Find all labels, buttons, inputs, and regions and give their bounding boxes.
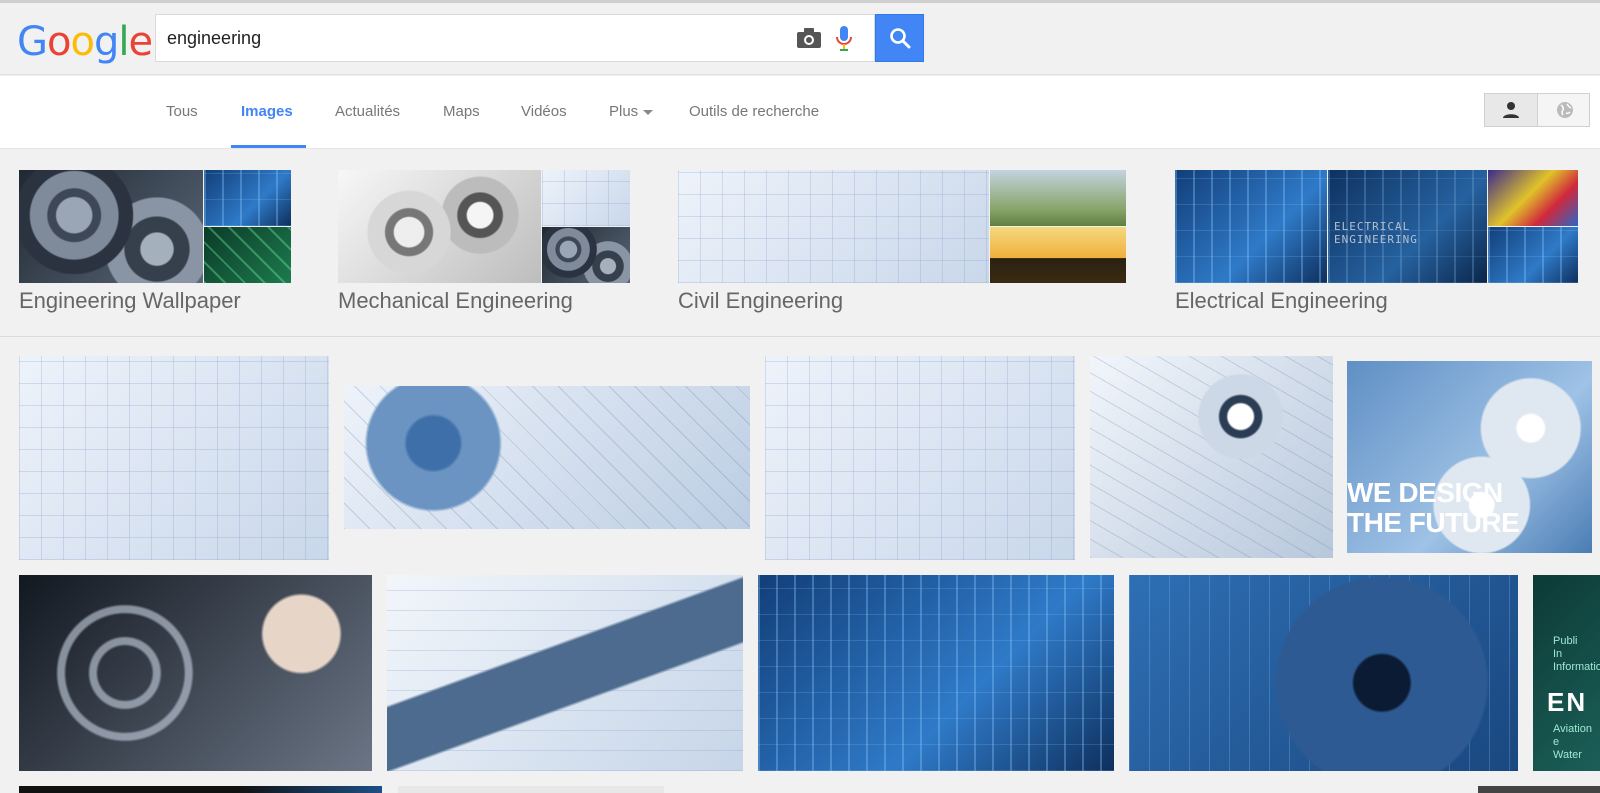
related-thumb	[990, 170, 1126, 226]
logo-letter: o	[47, 19, 72, 65]
related-thumb	[338, 170, 541, 283]
globe-icon[interactable]	[1556, 101, 1574, 119]
logo-letter: G	[17, 19, 48, 65]
related-search-electrical-engineering[interactable]: ELECTRICAL ENGINEERING Electrical Engine…	[1175, 170, 1578, 313]
camera-icon[interactable]	[796, 27, 822, 54]
toggle-personal[interactable]	[1485, 94, 1538, 126]
image-result[interactable]: Publi In Informatio EN Aviation e Water	[1533, 575, 1600, 771]
image-overlay-text: EN	[1547, 687, 1588, 717]
thumb-caption: ELECTRICAL ENGINEERING	[1334, 220, 1418, 246]
partial-text: Water	[1553, 749, 1582, 761]
image-result[interactable]	[1129, 575, 1518, 771]
section-divider	[0, 336, 1600, 337]
related-thumb	[204, 170, 291, 226]
partial-text: Aviation e	[1553, 723, 1592, 748]
related-thumb	[1488, 227, 1578, 283]
search-tools-button[interactable]: Outils de recherche	[689, 103, 819, 120]
image-result[interactable]	[19, 575, 372, 771]
related-thumb	[678, 170, 989, 283]
tab-news[interactable]: Actualités	[335, 103, 400, 120]
google-logo[interactable]: Google	[17, 19, 153, 65]
search-input[interactable]: engineering	[155, 14, 875, 62]
related-thumb: ELECTRICAL ENGINEERING	[1328, 170, 1487, 283]
related-search-mechanical-engineering[interactable]: Mechanical Engineering	[338, 170, 630, 313]
related-thumb	[542, 227, 630, 283]
overlay-line-1: WE DESIGN	[1347, 477, 1503, 508]
logo-letter: l	[118, 19, 129, 65]
related-label: Electrical Engineering	[1175, 288, 1388, 313]
tab-all[interactable]: Tous	[166, 103, 198, 120]
search-button[interactable]	[875, 14, 924, 62]
tab-images[interactable]: Images	[241, 103, 293, 120]
image-result[interactable]	[19, 356, 329, 560]
image-result[interactable]: WE DESIGN THE FUTURE	[1347, 361, 1592, 553]
tab-videos[interactable]: Vidéos	[521, 103, 567, 120]
search-query[interactable]: engineering	[167, 28, 261, 49]
image-result[interactable]	[1478, 786, 1600, 793]
image-overlay-text: Publi In Informatio	[1553, 635, 1600, 674]
header: Google engineering	[0, 3, 1600, 75]
related-thumb	[1488, 170, 1578, 226]
chevron-down-icon	[643, 109, 654, 115]
related-label: Civil Engineering	[678, 288, 844, 313]
search-tabs-bar: Tous Images Actualités Maps Vidéos Plus …	[0, 76, 1600, 149]
image-result[interactable]	[1090, 356, 1333, 558]
related-label: Engineering Wallpaper	[19, 288, 241, 313]
overlay-line-2: THE FUTURE	[1347, 507, 1520, 538]
image-overlay-text: Aviation e Water	[1553, 723, 1600, 762]
logo-letter: e	[128, 19, 153, 65]
related-search-engineering-wallpaper[interactable]: Engineering Wallpaper	[19, 170, 291, 313]
related-thumb	[204, 227, 291, 283]
partial-text: In	[1553, 648, 1563, 660]
tab-maps[interactable]: Maps	[443, 103, 480, 120]
microphone-icon[interactable]	[834, 25, 854, 58]
related-thumb	[1175, 170, 1327, 283]
safesearch-toggle[interactable]	[1484, 93, 1590, 127]
related-thumb	[990, 227, 1126, 283]
logo-letter: o	[70, 19, 95, 65]
image-result[interactable]	[19, 786, 382, 793]
tab-more-label: Plus	[609, 103, 639, 120]
image-result[interactable]	[398, 786, 664, 793]
logo-letter: g	[93, 19, 119, 65]
related-label: Mechanical Engineering	[338, 288, 573, 313]
tab-more[interactable]: Plus	[609, 103, 654, 120]
image-result[interactable]	[344, 386, 750, 529]
active-tab-indicator	[231, 145, 306, 148]
image-result[interactable]	[758, 575, 1114, 771]
related-search-civil-engineering[interactable]: Civil Engineering	[678, 170, 1126, 313]
image-overlay-text: WE DESIGN THE FUTURE	[1347, 477, 1520, 538]
image-result[interactable]	[387, 575, 743, 771]
partial-text: Publi	[1553, 635, 1578, 647]
person-icon	[1503, 102, 1519, 118]
image-result[interactable]	[765, 356, 1075, 560]
partial-text: Informatio	[1553, 661, 1600, 673]
related-thumb	[19, 170, 203, 283]
related-thumb	[542, 170, 630, 226]
